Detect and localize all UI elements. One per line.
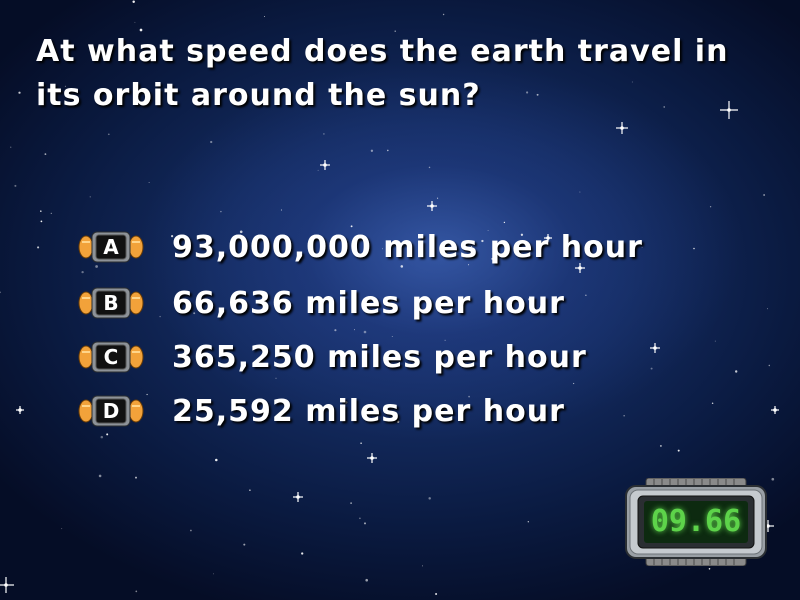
- sparkle-star: [616, 122, 628, 134]
- question-text: At what speed does the earth travel in i…: [36, 34, 729, 113]
- star: [40, 210, 42, 212]
- star: [61, 528, 63, 530]
- star: [215, 458, 218, 462]
- star: [334, 329, 337, 332]
- answer-badge-a: A: [78, 230, 144, 264]
- star: [708, 568, 711, 570]
- sparkle-star: [367, 453, 377, 463]
- star: [623, 415, 625, 417]
- star: [579, 191, 581, 193]
- answer-letter-d: D: [102, 399, 120, 423]
- star: [650, 367, 653, 370]
- star: [428, 497, 431, 500]
- sparkle-star: [293, 492, 303, 502]
- star: [767, 308, 769, 310]
- answer-option-d[interactable]: D 25,592 miles per hour: [78, 389, 565, 433]
- star: [264, 16, 265, 17]
- star: [437, 197, 439, 199]
- star: [134, 21, 136, 23]
- star: [37, 246, 40, 249]
- star: [50, 212, 52, 215]
- star: [249, 489, 251, 492]
- answer-text-c: 365,250 miles per hour: [172, 339, 587, 375]
- star: [350, 502, 352, 504]
- star: [365, 578, 368, 582]
- sparkle-star: [771, 406, 779, 414]
- star: [442, 13, 445, 16]
- answer-option-b[interactable]: B 66,636 miles per hour: [78, 281, 565, 325]
- star: [0, 291, 1, 294]
- star: [317, 169, 319, 171]
- sparkle-star: [650, 343, 660, 353]
- star: [364, 522, 366, 525]
- star: [659, 444, 662, 447]
- star: [323, 133, 325, 135]
- answer-letter-c: C: [103, 345, 119, 369]
- star: [106, 433, 109, 436]
- answer-option-a[interactable]: A 93,000,000 miles per hour: [78, 225, 643, 269]
- star: [359, 517, 361, 520]
- answer-option-c[interactable]: C 365,250 miles per hour: [78, 335, 587, 379]
- star: [711, 402, 714, 404]
- answer-badge-c: C: [78, 340, 144, 374]
- star: [387, 149, 389, 152]
- sparkle-star: [427, 201, 437, 211]
- star: [280, 209, 282, 211]
- star: [10, 146, 12, 148]
- star: [107, 133, 110, 136]
- star: [301, 552, 304, 555]
- star: [771, 477, 775, 481]
- star: [527, 521, 529, 523]
- star: [572, 382, 575, 385]
- star: [768, 364, 771, 367]
- star: [40, 220, 43, 223]
- star: [370, 149, 374, 152]
- countdown-timer: 09.66: [624, 478, 768, 566]
- star: [363, 330, 367, 334]
- star: [422, 565, 423, 567]
- star: [148, 181, 150, 183]
- game-screen: At what speed does the earth travel in i…: [0, 0, 800, 600]
- star: [100, 435, 104, 439]
- star: [503, 221, 506, 224]
- answer-text-b: 66,636 miles per hour: [172, 285, 565, 321]
- timer-readout: 09.66: [650, 504, 742, 539]
- star: [709, 206, 712, 208]
- star: [220, 210, 222, 213]
- answer-letter-a: A: [103, 235, 119, 259]
- answer-letter-b: B: [103, 291, 119, 315]
- star: [135, 476, 137, 479]
- sparkle-star: [16, 406, 24, 414]
- star: [243, 543, 246, 546]
- star: [98, 474, 102, 478]
- star: [360, 442, 362, 445]
- star: [81, 270, 84, 274]
- star: [190, 529, 192, 532]
- star: [14, 184, 17, 187]
- star: [18, 91, 21, 94]
- star: [210, 140, 213, 144]
- star: [714, 340, 716, 342]
- sparkle-star: [320, 160, 330, 170]
- star: [89, 196, 91, 198]
- answer-text-a: 93,000,000 miles per hour: [172, 229, 643, 265]
- star: [212, 573, 214, 575]
- star: [135, 590, 138, 593]
- answer-text-d: 25,592 miles per hour: [172, 393, 565, 429]
- sparkle-star: [0, 577, 14, 593]
- star: [354, 329, 355, 331]
- star: [132, 0, 135, 4]
- star: [428, 166, 431, 169]
- star: [585, 294, 587, 296]
- star: [435, 592, 438, 596]
- star: [44, 153, 47, 156]
- answer-badge-d: D: [78, 394, 144, 428]
- star: [735, 370, 738, 373]
- answer-badge-b: B: [78, 286, 144, 320]
- star: [763, 194, 765, 196]
- star: [677, 449, 680, 452]
- star: [693, 247, 695, 250]
